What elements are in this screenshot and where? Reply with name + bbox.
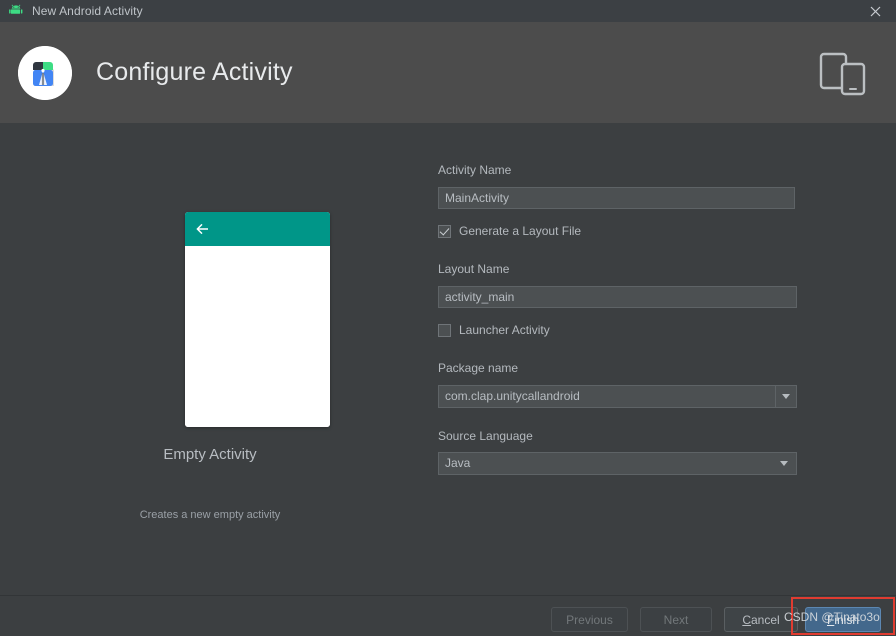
finish-label-suffix: inish <box>834 612 860 627</box>
next-button[interactable]: Next <box>640 607 712 632</box>
launcher-activity-label: Launcher Activity <box>459 323 550 337</box>
android-studio-icon <box>18 45 72 100</box>
android-robot-icon <box>8 3 24 19</box>
launcher-activity-checkbox[interactable] <box>438 323 451 337</box>
close-icon[interactable] <box>854 0 896 22</box>
preview-appbar <box>185 212 330 246</box>
layout-name-input[interactable] <box>438 286 797 308</box>
arrow-left-icon <box>195 221 211 237</box>
window-title: New Android Activity <box>32 4 143 18</box>
cancel-button[interactable]: Cancel <box>724 607 798 632</box>
window-titlebar: New Android Activity <box>0 0 896 22</box>
source-language-value[interactable]: Java <box>439 453 772 474</box>
chevron-down-icon[interactable] <box>772 453 796 474</box>
preview-content-area <box>185 246 330 427</box>
page-title: Configure Activity <box>96 58 293 86</box>
chevron-down-icon[interactable] <box>775 386 796 407</box>
activity-preview-device <box>185 212 330 427</box>
finish-button[interactable]: Finish <box>805 607 881 632</box>
new-android-activity-dialog: New Android Activity Configure Activity <box>0 0 896 636</box>
package-name-combobox[interactable]: com.clap.unitycallandroid <box>438 385 797 408</box>
source-language-label: Source Language <box>438 429 533 443</box>
template-description: Creates a new empty activity <box>139 509 281 521</box>
source-language-combobox[interactable]: Java <box>438 452 797 475</box>
activity-name-input[interactable] <box>438 187 795 209</box>
tablet-and-phone-icon <box>816 46 870 100</box>
package-name-label: Package name <box>438 361 519 375</box>
previous-button[interactable]: Previous <box>551 607 628 632</box>
configuration-form: Activity Name Generate a Layout File Lay… <box>420 123 896 595</box>
layout-name-label: Layout Name <box>438 262 510 276</box>
generate-layout-checkbox[interactable] <box>438 224 451 238</box>
finish-mnemonic: F <box>826 612 835 627</box>
dialog-body: Empty Activity Creates a new empty activ… <box>0 123 896 595</box>
template-preview-panel: Empty Activity Creates a new empty activ… <box>0 123 420 595</box>
package-name-value[interactable]: com.clap.unitycallandroid <box>439 386 775 407</box>
generate-layout-checkbox-row[interactable]: Generate a Layout File <box>438 224 581 238</box>
dialog-header: Configure Activity <box>0 22 896 123</box>
generate-layout-label: Generate a Layout File <box>459 224 582 238</box>
launcher-activity-checkbox-row[interactable]: Launcher Activity <box>438 323 550 337</box>
activity-name-label: Activity Name <box>438 163 512 177</box>
dialog-footer: Previous Next Cancel Finish <box>0 595 896 636</box>
cancel-mnemonic: C <box>742 612 751 627</box>
cancel-label-suffix: ancel <box>750 612 780 627</box>
template-name-label: Empty Activity <box>163 446 257 463</box>
